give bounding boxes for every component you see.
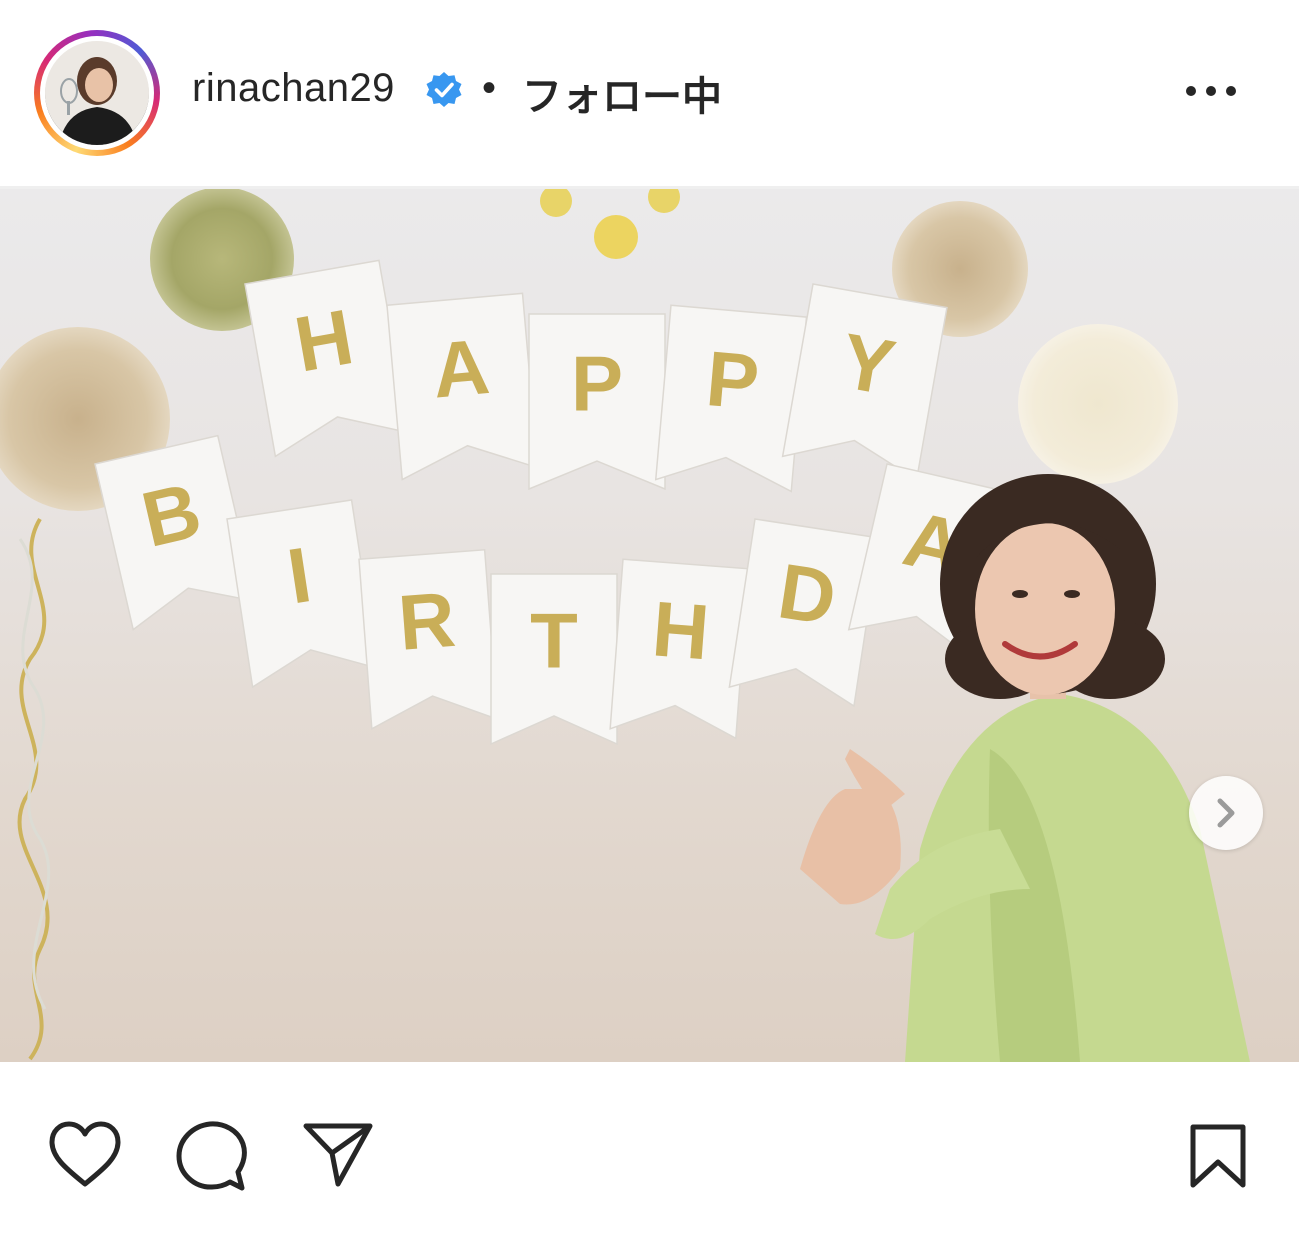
banner-letter: H xyxy=(649,584,712,676)
banner-pennant: P xyxy=(654,304,808,493)
banner-pennant: P xyxy=(528,313,666,491)
banner-pennant: R xyxy=(358,548,499,730)
banner-pennant: T xyxy=(490,573,618,746)
heart-icon[interactable] xyxy=(48,1120,122,1188)
paper-plane-icon[interactable] xyxy=(302,1121,374,1187)
photo-illustration: HAPPY BI R T H DA xyxy=(0,189,1250,1062)
verified-badge-icon xyxy=(426,72,462,107)
banner-pennant: H xyxy=(609,558,750,740)
banner-letter: P xyxy=(571,339,623,427)
pompom-cream xyxy=(1018,324,1178,484)
post-header: rinachan29 • フォロー中 xyxy=(0,0,1299,186)
bookmark-icon[interactable] xyxy=(1188,1122,1248,1190)
username[interactable]: rinachan29 xyxy=(192,66,395,111)
following-button[interactable]: フォロー中 xyxy=(522,64,722,122)
banner-pennant: Y xyxy=(781,283,948,482)
carousel-next-button[interactable] xyxy=(1189,776,1263,850)
story-ring[interactable] xyxy=(34,30,160,156)
comment-bubble-icon[interactable] xyxy=(174,1120,248,1192)
banner-pennant: A xyxy=(386,292,539,481)
banner-letter: T xyxy=(530,597,578,685)
separator-dot: • xyxy=(482,66,497,110)
post-photo[interactable]: HAPPY BIRTHDA xyxy=(0,189,1299,1062)
banner-pennant: H xyxy=(244,259,411,458)
more-options-icon[interactable] xyxy=(1184,80,1238,102)
banner-letter: P xyxy=(703,334,763,426)
chevron-right-icon xyxy=(1217,798,1235,828)
banner-letter: R xyxy=(395,575,458,667)
banner-letter: A xyxy=(429,322,493,415)
banner-pennant: I xyxy=(226,499,379,689)
avatar xyxy=(45,41,149,145)
